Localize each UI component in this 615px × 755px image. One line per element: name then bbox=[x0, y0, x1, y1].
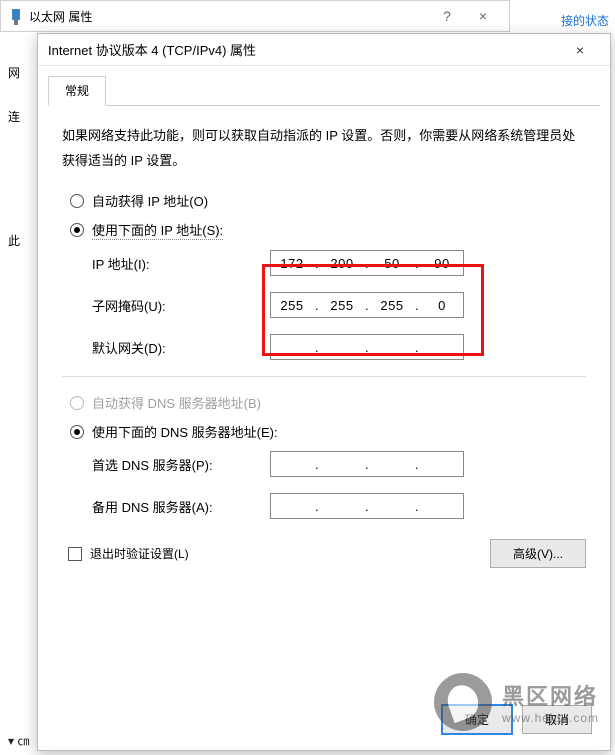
row-subnet-mask: 子网掩码(U): 255. 255. 255. 0 bbox=[92, 292, 586, 318]
ip-seg[interactable]: 0 bbox=[422, 298, 462, 313]
radio-manual-ip[interactable]: 使用下面的 IP 地址(S): bbox=[70, 220, 586, 240]
ip-seg[interactable]: 255 bbox=[272, 298, 312, 313]
row-dns-alternate: 备用 DNS 服务器(A): . . . bbox=[92, 493, 586, 519]
separator bbox=[62, 376, 586, 377]
radio-manual-dns[interactable]: 使用下面的 DNS 服务器地址(E): bbox=[70, 422, 586, 441]
input-default-gateway[interactable]: . . . bbox=[270, 334, 464, 360]
ip-seg[interactable]: 50 bbox=[372, 256, 412, 271]
radio-icon bbox=[70, 194, 84, 208]
input-subnet-mask[interactable]: 255. 255. 255. 0 bbox=[270, 292, 464, 318]
checkbox-icon bbox=[68, 547, 82, 561]
radio-icon bbox=[70, 223, 84, 237]
input-dns-alternate[interactable]: . . . bbox=[270, 493, 464, 519]
ip-seg[interactable]: 90 bbox=[422, 256, 462, 271]
outer-title-text: 以太网 属性 bbox=[29, 8, 429, 25]
bg-link-status: 接的状态 bbox=[561, 12, 609, 29]
ip-seg[interactable]: 255 bbox=[372, 298, 412, 313]
radio-label: 使用下面的 IP 地址(S): bbox=[92, 220, 223, 240]
radio-auto-ip[interactable]: 自动获得 IP 地址(O) bbox=[70, 191, 586, 210]
tab-strip: 常规 bbox=[38, 66, 610, 106]
radio-label: 自动获得 DNS 服务器地址(B) bbox=[92, 393, 261, 412]
row-dns-preferred: 首选 DNS 服务器(P): . . . bbox=[92, 451, 586, 477]
label-dns-preferred: 首选 DNS 服务器(P): bbox=[92, 455, 270, 474]
outer-help-icon[interactable]: ? bbox=[429, 8, 465, 24]
bg-fragment: 网 bbox=[8, 64, 20, 81]
inner-titlebar[interactable]: Internet 协议版本 4 (TCP/IPv4) 属性 × bbox=[38, 34, 610, 66]
ok-button[interactable]: 确定 bbox=[442, 705, 512, 734]
radio-icon bbox=[70, 396, 84, 410]
row-ip-address: IP 地址(I): 172. 200. 50. 90 bbox=[92, 250, 586, 276]
ip-seg[interactable]: 255 bbox=[322, 298, 362, 313]
bg-fragment: 此 bbox=[8, 232, 20, 249]
label-subnet-mask: 子网掩码(U): bbox=[92, 296, 270, 315]
radio-icon bbox=[70, 425, 84, 439]
cancel-button[interactable]: 取消 bbox=[522, 705, 592, 734]
bg-fragment: ▾ ㎝ bbox=[8, 732, 29, 749]
outer-close-button[interactable]: × bbox=[465, 8, 501, 24]
ethernet-icon bbox=[9, 8, 23, 24]
input-ip-address[interactable]: 172. 200. 50. 90 bbox=[270, 250, 464, 276]
row-default-gateway: 默认网关(D): . . . bbox=[92, 334, 586, 360]
radio-auto-dns: 自动获得 DNS 服务器地址(B) bbox=[70, 393, 586, 412]
inner-title-text: Internet 协议版本 4 (TCP/IPv4) 属性 bbox=[48, 40, 560, 59]
checkbox-validate-on-exit[interactable]: 退出时验证设置(L) bbox=[68, 545, 189, 562]
outer-titlebar[interactable]: 以太网 属性 ? × bbox=[1, 1, 509, 31]
dialog-buttons: 确定 取消 bbox=[38, 693, 610, 750]
ip-seg[interactable]: 172 bbox=[272, 256, 312, 271]
ethernet-properties-window: 以太网 属性 ? × bbox=[0, 0, 510, 32]
radio-label: 使用下面的 DNS 服务器地址(E): bbox=[92, 422, 278, 441]
input-dns-preferred[interactable]: . . . bbox=[270, 451, 464, 477]
label-ip-address: IP 地址(I): bbox=[92, 254, 270, 273]
ipv4-properties-window: Internet 协议版本 4 (TCP/IPv4) 属性 × 常规 如果网络支… bbox=[37, 33, 611, 751]
bg-fragment: 连 bbox=[8, 108, 20, 125]
advanced-button[interactable]: 高级(V)... bbox=[490, 539, 586, 568]
description-text: 如果网络支持此功能，则可以获取自动指派的 IP 设置。否则，你需要从网络系统管理… bbox=[62, 124, 586, 173]
label-dns-alternate: 备用 DNS 服务器(A): bbox=[92, 497, 270, 516]
label-default-gateway: 默认网关(D): bbox=[92, 338, 270, 357]
radio-label: 自动获得 IP 地址(O) bbox=[92, 191, 208, 210]
checkbox-label: 退出时验证设置(L) bbox=[90, 545, 189, 562]
close-button[interactable]: × bbox=[560, 34, 600, 65]
tab-general[interactable]: 常规 bbox=[48, 76, 106, 106]
ip-seg[interactable]: 200 bbox=[322, 256, 362, 271]
